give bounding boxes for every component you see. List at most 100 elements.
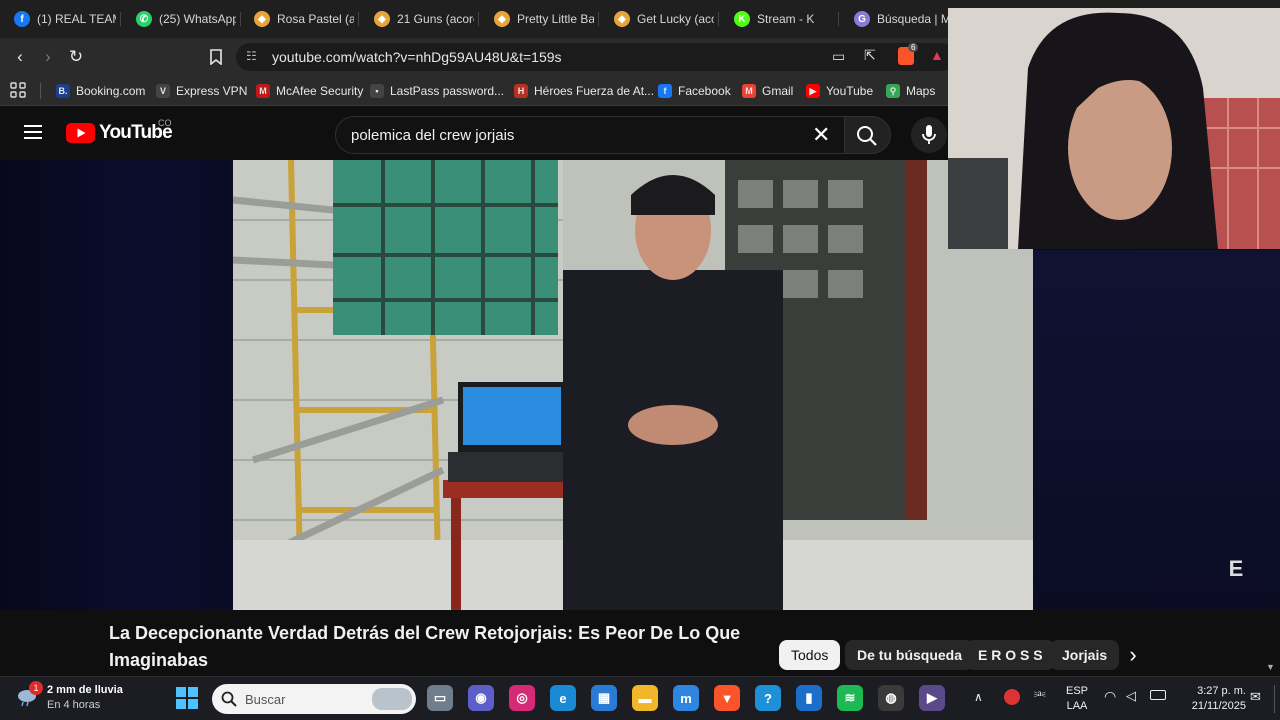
volume-icon[interactable]: ◁ [1126, 688, 1136, 704]
bookmark-item[interactable]: M Gmail [742, 81, 793, 101]
file-explorer-icon[interactable]: ▬ [632, 685, 658, 711]
browser-tab-title: Get Lucky (aco [637, 12, 714, 26]
filter-chip[interactable]: Todos [779, 640, 841, 670]
channel-watermark[interactable]: E [1222, 555, 1250, 583]
reload-icon[interactable]: ↻ [64, 45, 88, 69]
microphone-tray-icon[interactable]: ⎃ [1034, 688, 1046, 705]
video-scene-image [233, 160, 1033, 610]
tab-separator [358, 12, 359, 26]
language-line1[interactable]: ESP [1062, 684, 1092, 698]
edge-icon[interactable]: e [550, 685, 576, 711]
filter-chip[interactable]: De tu búsqueda [845, 640, 975, 670]
teams-icon[interactable]: ◉ [468, 685, 494, 711]
instagram-icon[interactable]: ◎ [509, 685, 535, 711]
country-code: CO [158, 118, 172, 128]
bookmark-item[interactable]: ⚲ Maps [886, 81, 935, 101]
browser-tab-title: Búsqueda | M [877, 12, 948, 26]
browser-tab-title: 21 Guns (acorc [397, 12, 474, 26]
facebook-icon: f [658, 84, 672, 98]
browser-tab-title: Stream - K [757, 12, 815, 26]
clock-time[interactable]: 3:27 p. m. [1176, 684, 1246, 698]
battery-icon[interactable] [1150, 690, 1166, 700]
browser-tab[interactable]: K Stream - K [724, 4, 834, 34]
lastpass-icon: • [370, 84, 384, 98]
browser-tab[interactable]: ◆ Get Lucky (aco [604, 4, 714, 34]
show-desktop-button[interactable] [1274, 685, 1275, 713]
microphone-icon [922, 125, 936, 144]
youtube-logo-icon [66, 123, 95, 143]
bookmarks-divider [40, 83, 41, 99]
youtube-logo[interactable]: YouTube [66, 122, 173, 144]
whatsapp-icon: ✆ [136, 11, 152, 27]
notes-icon[interactable]: ▮ [796, 685, 822, 711]
show-hidden-icons-icon[interactable]: ∧ [974, 690, 983, 704]
browser-tab[interactable]: G Búsqueda | M [844, 4, 948, 34]
taskbar-search-box[interactable]: Buscar [212, 684, 416, 714]
tab-separator [120, 12, 121, 26]
menu-icon[interactable] [24, 124, 44, 140]
browser-tab-title: (1) REAL TEAM [37, 12, 116, 26]
bookmark-item[interactable]: V Express VPN [156, 81, 247, 101]
obs-icon[interactable]: ◍ [878, 685, 904, 711]
store-icon[interactable]: ▦ [591, 685, 617, 711]
windows-taskbar: 1 2 mm de lluvia En 4 horas Buscar ∧ ⎃ E… [0, 676, 1280, 720]
browser-tab[interactable]: ◆ Rosa Pastel (ac [244, 4, 354, 34]
browser-tab[interactable]: f (1) REAL TEAM [4, 4, 116, 34]
bookmark-label: Maps [906, 84, 936, 98]
weather-line2[interactable]: En 4 horas [47, 699, 100, 711]
apps-grid-icon[interactable] [10, 82, 26, 98]
address-bar[interactable]: ☷ youtube.com/watch?v=nhDg59AU48U&t=159s… [236, 43, 956, 71]
bookmark-item[interactable]: M McAfee Security [256, 81, 363, 101]
media-player-icon[interactable]: ▶ [919, 685, 945, 711]
bookmark-item[interactable]: • LastPass password... [370, 81, 504, 101]
language-line2[interactable]: LAA [1062, 699, 1092, 713]
mcafee-tray-icon[interactable] [1004, 689, 1020, 705]
shield-icon: ◆ [614, 11, 630, 27]
taskbar-search-placeholder: Buscar [245, 692, 286, 707]
notifications-icon[interactable]: ✉ [1250, 689, 1261, 705]
bookmark-item[interactable]: f Facebook [658, 81, 731, 101]
bookmark-item[interactable]: H Héroes Fuerza de At... [514, 81, 654, 101]
gmail-icon: M [742, 84, 756, 98]
kick-icon: K [734, 11, 750, 27]
forward-icon[interactable]: › [36, 45, 60, 69]
search-input[interactable]: polemica del crew jorjais ✕ [335, 116, 845, 154]
shield-icon: ◆ [254, 11, 270, 27]
bookmark-item[interactable]: ▶ YouTube [806, 81, 873, 101]
browser-tab[interactable]: ✆ (25) WhatsApp [126, 4, 236, 34]
bookmark-label: YouTube [826, 84, 874, 98]
browser-tab[interactable]: ◆ 21 Guns (acorc [364, 4, 474, 34]
browser-tab[interactable]: ◆ Pretty Little Ba [484, 4, 594, 34]
url-text[interactable]: youtube.com/watch?v=nhDg59AU48U&t=159s [272, 49, 562, 65]
windows-start-icon[interactable] [176, 687, 198, 709]
search-query[interactable]: polemica del crew jorjais [351, 127, 514, 144]
tab-separator [240, 12, 241, 26]
spotify-icon[interactable]: ≋ [837, 685, 863, 711]
task-view-icon[interactable]: ▭ [427, 685, 453, 711]
chips-next-icon[interactable]: › [1120, 642, 1146, 668]
weather-line1[interactable]: 2 mm de lluvia [47, 684, 123, 696]
clear-search-icon[interactable]: ✕ [812, 124, 830, 146]
shield-icon: ◆ [374, 11, 390, 27]
help-icon[interactable]: ? [755, 685, 781, 711]
brave-icon[interactable]: ▼ [714, 685, 740, 711]
tab-separator [598, 12, 599, 26]
scroll-down-icon[interactable]: ▼ [1266, 662, 1275, 672]
share-icon[interactable]: ⇱ [864, 47, 876, 64]
clock-date[interactable]: 21/11/2025 [1176, 699, 1246, 713]
bookmark-item[interactable]: B. Booking.com [56, 81, 145, 101]
back-icon[interactable]: ‹ [8, 45, 32, 69]
bookmark-icon[interactable] [204, 45, 228, 69]
wifi-icon[interactable]: ◠ [1104, 688, 1116, 705]
search-button[interactable] [845, 116, 891, 154]
video-frame[interactable] [233, 160, 1033, 610]
filter-chip[interactable]: E R O S S [966, 640, 1055, 670]
filter-chip[interactable]: Jorjais [1050, 640, 1120, 670]
cast-icon[interactable]: ▭ [832, 48, 845, 65]
mcafee-app-icon[interactable]: m [673, 685, 699, 711]
webcam-image [948, 8, 1280, 249]
brave-rewards-icon[interactable]: ▲ [930, 47, 944, 63]
site-info-icon[interactable]: ☷ [246, 49, 257, 63]
voice-search-button[interactable] [911, 117, 947, 153]
facebook-icon: f [14, 11, 30, 27]
